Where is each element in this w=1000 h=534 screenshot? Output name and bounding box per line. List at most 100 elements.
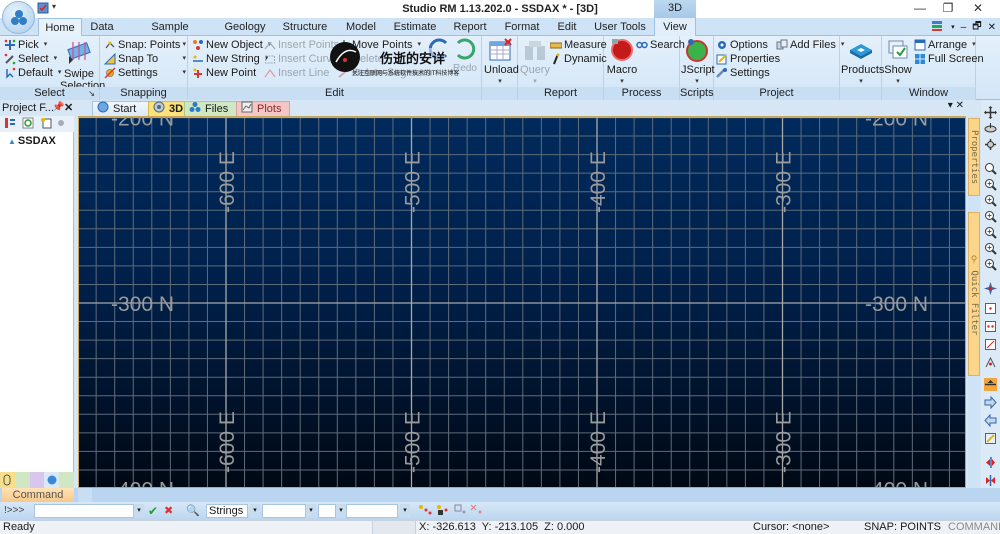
tab-view[interactable]: View	[654, 18, 696, 36]
jscript-button[interactable]: JScript ▾	[681, 38, 715, 88]
pan-icon[interactable]	[984, 106, 997, 119]
properties-side-tab[interactable]: Properties	[968, 118, 980, 196]
dynamic-button[interactable]: Dynamic	[550, 52, 607, 66]
minimize-button[interactable]: —	[906, 0, 934, 18]
field-select-1[interactable]	[262, 504, 306, 518]
doc-tab-start[interactable]: Start	[92, 101, 152, 116]
view-section-icon[interactable]	[984, 320, 997, 333]
accept-button[interactable]: ✔	[148, 504, 158, 518]
tab-data[interactable]: Data	[86, 18, 118, 36]
panel-close-button[interactable]: ✕	[64, 101, 73, 114]
clip-plane-icon[interactable]	[984, 378, 997, 391]
select-points-icon[interactable]	[418, 504, 432, 518]
snap-settings-dropdown-icon[interactable]: ▾	[182, 66, 186, 80]
tab-user-tools[interactable]: User Tools	[592, 18, 648, 36]
tab-sample-analysis[interactable]: Sample Analysis	[130, 18, 210, 51]
select-dropdown-icon[interactable]: ▾	[54, 52, 58, 66]
app-menu-button[interactable]	[2, 1, 35, 34]
rotate-icon[interactable]	[984, 122, 997, 135]
new-file-icon[interactable]	[40, 117, 52, 132]
step-forward-icon[interactable]	[984, 474, 997, 487]
panel-tab-extra[interactable]	[59, 472, 74, 488]
swipe-selection-button[interactable]: Swipe Selection	[60, 38, 105, 92]
products-button[interactable]: Products ▾	[841, 38, 884, 88]
tree-view-icon[interactable]	[4, 117, 16, 132]
tab-geology[interactable]: Geology	[222, 18, 268, 36]
orbit-icon[interactable]	[984, 138, 997, 151]
panel-tab-plots[interactable]	[29, 472, 45, 488]
panel-tab-globe[interactable]	[44, 472, 60, 488]
snap-settings-button[interactable]: Settings ▾	[104, 66, 186, 80]
tab-model[interactable]: Model	[342, 18, 380, 36]
snap-points-button[interactable]: Snap: Points ▾	[104, 38, 186, 52]
field-2-dropdown[interactable]: ▾	[336, 504, 346, 518]
panel-tab-properties[interactable]	[0, 472, 15, 488]
pin-icon[interactable]: 📌	[52, 102, 64, 113]
show-button[interactable]: Show ▾	[883, 38, 913, 88]
field-select-3[interactable]	[346, 504, 398, 518]
arrange-dropdown-icon[interactable]: ▾	[972, 38, 976, 52]
snap-to-button[interactable]: Snap To ▾	[103, 52, 186, 66]
window-select-icon[interactable]	[454, 504, 468, 518]
pick-dropdown-icon[interactable]: ▾	[44, 38, 48, 52]
doc-tab-plots[interactable]: Plots	[236, 101, 290, 116]
zoom-in-icon[interactable]	[984, 178, 997, 191]
select-button[interactable]: Select ▾	[4, 52, 57, 66]
field-select-2[interactable]	[318, 504, 336, 518]
new-object-button[interactable]: New Object ▾	[192, 38, 271, 52]
tree-item-ssdax[interactable]: ▲ SSDAX	[8, 135, 56, 147]
tab-format[interactable]: Format	[502, 18, 542, 36]
insert-curve-button[interactable]: Insert Curve	[264, 52, 338, 66]
mdi-close-button[interactable]: ✕	[988, 22, 996, 33]
view-long-section-icon[interactable]	[984, 338, 997, 351]
zoom-next-icon[interactable]	[984, 258, 997, 271]
zoom-extents-icon[interactable]	[984, 194, 997, 207]
cancel-button[interactable]: ✖	[164, 504, 173, 518]
snap-points-dropdown-icon[interactable]: ▾	[182, 38, 186, 52]
clip-backward-icon[interactable]	[984, 413, 997, 428]
doc-tab-files[interactable]: Files	[184, 101, 240, 116]
restore-button[interactable]: ❐	[934, 0, 962, 18]
zoom-previous-icon[interactable]	[984, 242, 997, 255]
quick-access-save-icon[interactable]	[37, 2, 49, 14]
tab-home[interactable]: Home	[38, 18, 82, 37]
doc-close-button[interactable]: ✕	[956, 100, 964, 111]
ribbon-options-icon[interactable]	[931, 20, 945, 35]
view-plan-icon[interactable]	[984, 302, 997, 315]
command-input[interactable]	[34, 504, 134, 518]
new-point-button[interactable]: New Point	[192, 66, 256, 80]
zoom-selected-icon[interactable]	[984, 210, 997, 223]
macro-button[interactable]: Macro ▾	[606, 38, 638, 88]
3d-viewport[interactable]: -200 N -200 N -300 N -300 N -400 N -400 N -600…	[78, 116, 966, 488]
field-3-dropdown[interactable]: ▾	[400, 504, 410, 518]
tab-edit[interactable]: Edit	[554, 18, 580, 36]
full-screen-button[interactable]: Full Screen	[914, 52, 984, 66]
measure-button[interactable]: Measure	[549, 38, 607, 52]
tab-report[interactable]: Report	[450, 18, 490, 36]
snap-to-dropdown-icon[interactable]: ▾	[182, 52, 186, 66]
zoom-window-icon[interactable]	[984, 226, 997, 239]
panel-tab-files[interactable]	[14, 472, 30, 488]
search-button[interactable]: Search	[636, 38, 685, 52]
query-button[interactable]: Query ▾	[520, 38, 550, 88]
new-string-button[interactable]: New String ▾	[192, 52, 268, 66]
clip-forward-icon[interactable]	[984, 395, 997, 410]
clip-edit-icon[interactable]	[984, 432, 997, 445]
insert-line-button[interactable]: Insert Line	[264, 66, 329, 80]
doc-menu-icon[interactable]: ▾	[948, 100, 953, 111]
command-history-dropdown[interactable]: ▾	[134, 504, 144, 518]
object-type-select[interactable]: Strings	[206, 504, 248, 518]
command-tab[interactable]: Command	[2, 488, 74, 502]
search-command-icon[interactable]: 🔍	[186, 504, 200, 518]
object-type-dropdown[interactable]: ▾	[250, 504, 260, 518]
add-files-button[interactable]: Add Files ▾	[776, 38, 844, 52]
unload-button[interactable]: Unload ▾	[484, 38, 519, 88]
dialog-launcher-icon[interactable]: ↘	[88, 87, 95, 100]
close-button[interactable]: ✕	[964, 0, 992, 18]
view-perspective-icon[interactable]	[984, 356, 997, 369]
tab-estimate[interactable]: Estimate	[392, 18, 438, 36]
clear-selection-icon[interactable]	[470, 504, 484, 518]
project-settings-button[interactable]: Settings	[716, 66, 770, 80]
mdi-restore-button[interactable]: 🗗	[972, 19, 981, 36]
refresh-icon[interactable]	[22, 117, 34, 132]
